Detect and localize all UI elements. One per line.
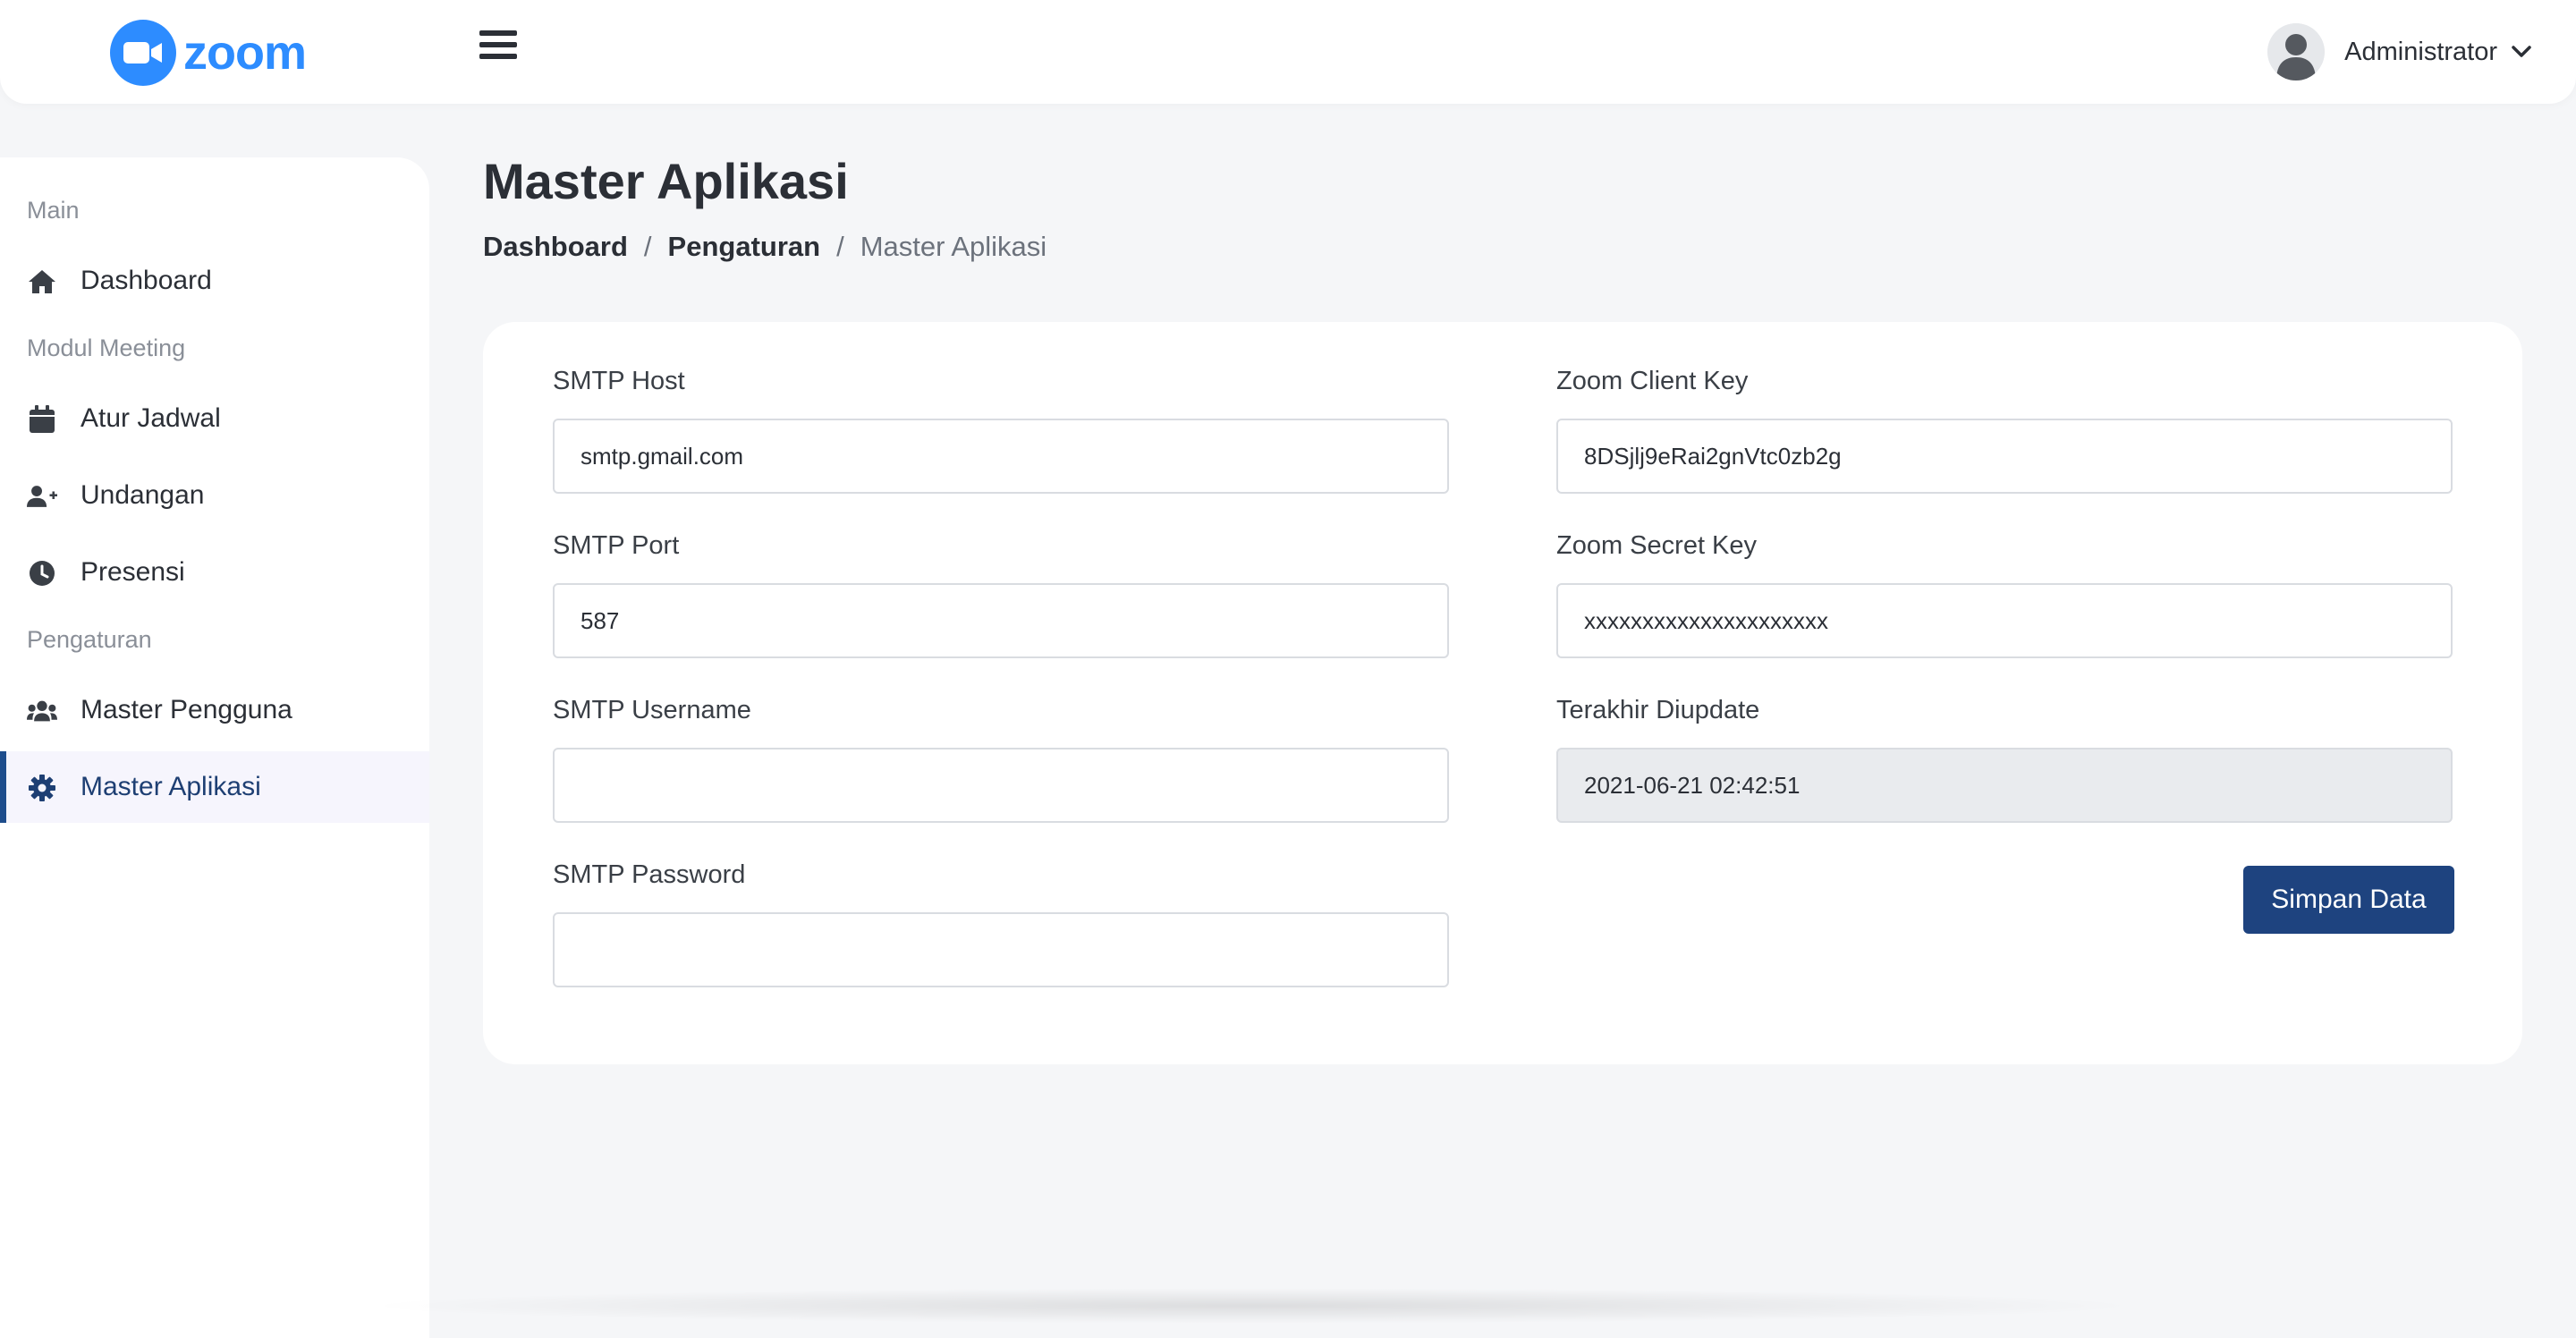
smtp-username-label: SMTP Username <box>553 696 751 724</box>
sidebar-section-pengaturan: Pengaturan <box>27 626 152 653</box>
sidebar: Main Dashboard Modul Meeting Atur Jadwal <box>0 157 429 1338</box>
breadcrumb-current: Master Aplikasi <box>860 231 1047 262</box>
breadcrumb: Dashboard / Pengaturan / Master Aplikasi <box>483 231 1046 263</box>
sidebar-item-atur-jadwal[interactable]: Atur Jadwal <box>0 383 429 454</box>
smtp-host-input[interactable] <box>553 419 1449 494</box>
user-plus-icon <box>27 481 57 512</box>
users-icon <box>27 696 57 726</box>
breadcrumb-dashboard[interactable]: Dashboard <box>483 231 628 263</box>
zoom-client-key-input[interactable] <box>1556 419 2453 494</box>
sidebar-section-modul-meeting: Modul Meeting <box>27 334 186 361</box>
home-icon <box>27 267 57 297</box>
sidebar-item-label: Master Pengguna <box>80 695 292 724</box>
zoom-logo[interactable]: zoom <box>110 20 307 86</box>
zoom-secret-key-label: Zoom Secret Key <box>1556 531 1758 560</box>
clock-icon <box>27 558 57 589</box>
zoom-secret-key-input[interactable] <box>1556 583 2453 658</box>
sidebar-item-label: Presensi <box>80 557 185 587</box>
breadcrumb-separator: / <box>643 231 652 262</box>
smtp-port-input[interactable] <box>553 583 1449 658</box>
smtp-host-label: SMTP Host <box>553 367 685 395</box>
sidebar-item-master-pengguna[interactable]: Master Pengguna <box>0 674 429 746</box>
top-navbar: zoom Administrator <box>0 0 2576 104</box>
sidebar-item-master-aplikasi[interactable]: Master Aplikasi <box>0 751 429 823</box>
sidebar-item-dashboard[interactable]: Dashboard <box>0 245 429 317</box>
video-camera-icon <box>110 20 176 86</box>
smtp-port-label: SMTP Port <box>553 531 680 560</box>
chevron-down-icon <box>2512 46 2531 57</box>
settings-form-card: SMTP Host SMTP Port SMTP Username SMTP P… <box>483 322 2522 1064</box>
bottom-shadow <box>358 1288 2147 1324</box>
avatar <box>2267 23 2326 80</box>
sidebar-item-label: Undangan <box>80 480 205 510</box>
smtp-password-input[interactable] <box>553 912 1449 987</box>
sidebar-item-undangan[interactable]: Undangan <box>0 460 429 531</box>
sidebar-item-label: Atur Jadwal <box>80 403 221 433</box>
sidebar-item-label: Master Aplikasi <box>80 772 261 801</box>
save-button[interactable]: Simpan Data <box>2243 866 2454 934</box>
smtp-password-label: SMTP Password <box>553 860 746 889</box>
breadcrumb-separator: / <box>836 231 844 262</box>
user-name: Administrator <box>2344 37 2497 66</box>
breadcrumb-pengaturan[interactable]: Pengaturan <box>668 231 821 263</box>
gear-icon <box>27 773 57 803</box>
sidebar-section-main: Main <box>27 197 80 224</box>
zoom-client-key-label: Zoom Client Key <box>1556 367 1749 395</box>
sidebar-item-presensi[interactable]: Presensi <box>0 537 429 608</box>
sidebar-item-label: Dashboard <box>80 266 212 295</box>
last-updated-label: Terakhir Diupdate <box>1556 696 1760 724</box>
calendar-icon <box>27 404 57 435</box>
page-title: Master Aplikasi <box>483 153 849 209</box>
last-updated-field <box>1556 748 2453 823</box>
logo-text: zoom <box>183 26 307 80</box>
user-menu[interactable]: Administrator <box>2267 23 2531 80</box>
smtp-username-input[interactable] <box>553 748 1449 823</box>
menu-toggle-icon[interactable] <box>479 30 517 66</box>
